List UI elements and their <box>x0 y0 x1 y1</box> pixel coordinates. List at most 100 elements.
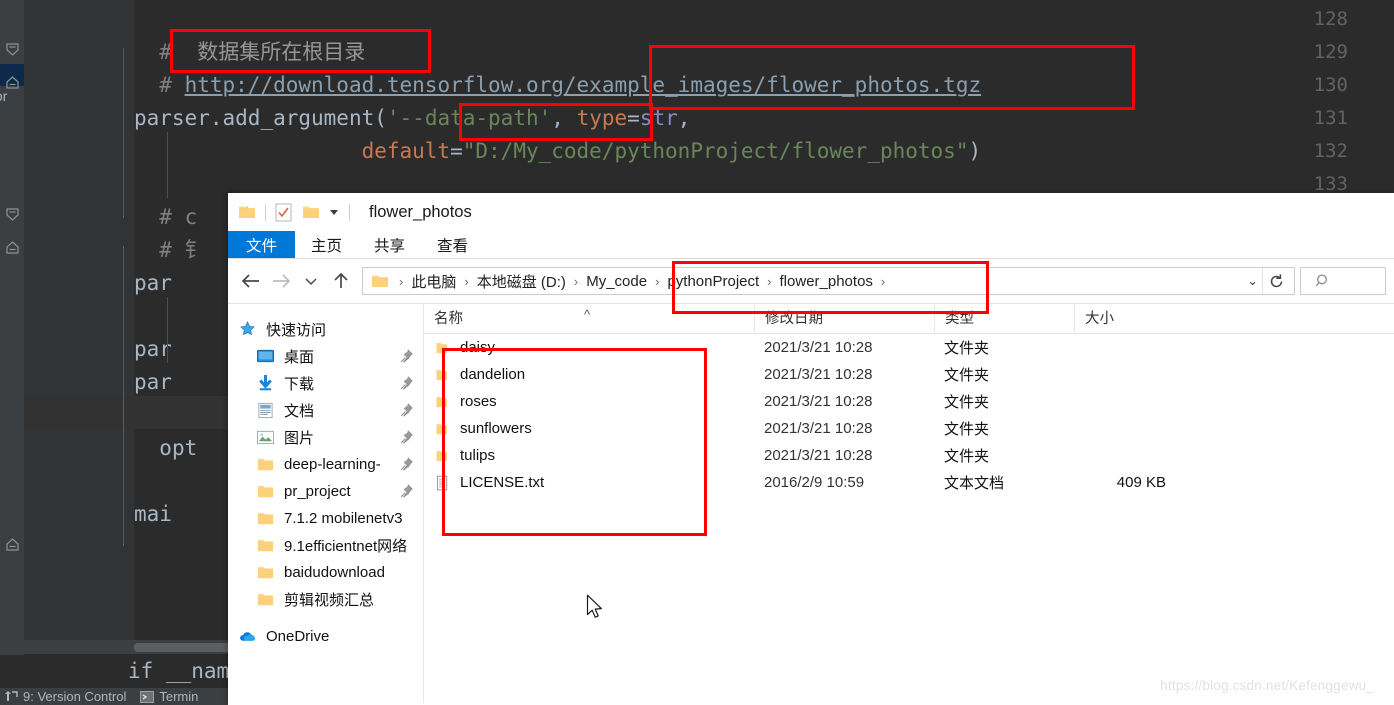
cell-type: 文件夹 <box>944 448 990 465</box>
nav-item-10[interactable]: 剪辑视频汇总 <box>228 586 423 613</box>
cell-name: roses <box>424 393 754 410</box>
pictures-icon <box>257 430 274 445</box>
code-line[interactable]: mai <box>134 498 172 531</box>
code-line[interactable]: parser.add_argument('--data-path', type=… <box>134 102 690 135</box>
search-input[interactable] <box>1300 267 1386 295</box>
address-dropdown-button[interactable]: ⌄ <box>1247 268 1258 294</box>
desktop-icon <box>256 348 276 366</box>
fold-region-line-2 <box>123 246 124 546</box>
breadcrumb-item-4[interactable]: flower_photos <box>778 273 875 290</box>
onedrive-icon <box>240 632 256 641</box>
table-row[interactable]: dandelion 2021/3/21 10:28 文件夹 <box>424 361 1394 388</box>
arrow-up-icon <box>334 272 348 288</box>
nav-item-9[interactable]: baidudownload <box>228 559 423 586</box>
status-version-control[interactable]: 9: Version Control <box>4 689 126 704</box>
code-line[interactable]: default="D:/My_code/pythonProject/flower… <box>134 135 982 168</box>
code-line[interactable]: # http://download.tensorflow.org/example… <box>134 69 981 102</box>
forward-button[interactable] <box>266 266 296 296</box>
folder-icon[interactable] <box>238 204 256 220</box>
fold-marker-region-icon-3[interactable] <box>0 528 24 561</box>
nav-item-2[interactable]: 下载 <box>228 370 423 397</box>
nav-item-7[interactable]: 7.1.2 mobilenetv3 <box>228 505 423 532</box>
documents-icon <box>256 402 276 420</box>
refresh-button[interactable] <box>1262 268 1290 294</box>
nav-item-0[interactable]: 快速访问 <box>228 316 423 343</box>
code-token: = <box>627 106 640 130</box>
pictures-icon <box>256 429 276 447</box>
nav-item-1[interactable]: 桌面 <box>228 343 423 370</box>
table-row[interactable]: daisy 2021/3/21 10:28 文件夹 <box>424 334 1394 361</box>
file-name-label: tulips <box>460 447 496 464</box>
breadcrumb-item-3[interactable]: pythonProject <box>665 273 761 290</box>
folder-icon <box>436 450 447 461</box>
breadcrumb-item-2[interactable]: My_code <box>584 273 649 290</box>
nav-item-label: 快速访问 <box>266 322 327 339</box>
code-line[interactable]: # 数据集所在根目录 <box>134 36 365 69</box>
pin-icon[interactable] <box>400 430 413 444</box>
fold-marker-region-icon-2[interactable] <box>0 231 24 264</box>
ribbon-tab-file[interactable]: 文件 <box>228 231 296 258</box>
fold-marker-region-icon[interactable] <box>0 66 24 99</box>
column-header-date[interactable]: 修改日期 <box>754 304 934 334</box>
table-row[interactable]: LICENSE.txt 2016/2/9 10:59 文本文档 409 KB <box>424 469 1394 496</box>
arrow-right-icon <box>273 274 291 288</box>
search-icon <box>1315 274 1327 287</box>
fold-region-line <box>123 48 124 218</box>
up-button[interactable] <box>326 266 356 296</box>
ribbon-tab-view[interactable]: 查看 <box>421 231 484 258</box>
nav-item-6[interactable]: pr_project <box>228 478 423 505</box>
desktop-icon <box>257 349 274 363</box>
ide-project-pane[interactable]: ytor s <box>0 0 24 688</box>
nav-item-4[interactable]: 图片 <box>228 424 423 451</box>
ribbon-tab-share[interactable]: 共享 <box>358 231 421 258</box>
table-row[interactable]: sunflowers 2021/3/21 10:28 文件夹 <box>424 415 1394 442</box>
properties-checkbox-icon[interactable] <box>275 203 292 222</box>
nav-item-3[interactable]: 文档 <box>228 397 423 424</box>
code-token: parser <box>134 106 210 130</box>
address-breadcrumb-box[interactable]: › 此电脑 › 本地磁盘 (D:) › My_code › pythonProj… <box>362 267 1295 295</box>
new-folder-icon[interactable] <box>302 204 320 220</box>
column-header-type[interactable]: 类型 <box>934 304 1074 334</box>
indent-guide <box>167 132 168 198</box>
column-header-size[interactable]: 大小 <box>1074 304 1174 334</box>
chevron-down-icon[interactable] <box>328 206 340 218</box>
table-row[interactable]: roses 2021/3/21 10:28 文件夹 <box>424 388 1394 415</box>
back-button[interactable] <box>236 266 266 296</box>
star-pin-icon <box>240 321 255 336</box>
pin-icon[interactable] <box>400 376 413 390</box>
code-line[interactable]: opt <box>134 432 197 465</box>
column-header-name[interactable]: 名称 ^ <box>424 304 754 334</box>
pin-icon[interactable] <box>400 457 413 471</box>
navigation-pane[interactable]: 快速访问桌面 下载 文档图片 deep-learning-pr_project 7.1.… <box>228 304 424 703</box>
blog-watermark: https://blog.csdn.net/Kefenggewu_ <box>1160 678 1374 693</box>
fold-marker-collapse-icon[interactable] <box>0 33 24 66</box>
cell-modified-date: 2016/2/9 10:59 <box>764 474 865 491</box>
code-token: default <box>361 139 451 163</box>
pin-icon[interactable] <box>400 349 413 363</box>
titlebar-divider-2 <box>349 203 350 221</box>
nav-item-5[interactable]: deep-learning- <box>228 451 423 478</box>
cell-type: 文件夹 <box>944 367 990 384</box>
editor-fold-gutter[interactable] <box>110 0 134 655</box>
breadcrumb-item-0[interactable]: 此电脑 <box>409 271 458 292</box>
pin-icon[interactable] <box>400 484 413 498</box>
table-row[interactable]: tulips 2021/3/21 10:28 文件夹 <box>424 442 1394 469</box>
code-line[interactable]: # c <box>134 201 197 234</box>
status-terminal[interactable]: Termin <box>140 689 198 704</box>
file-name-label: roses <box>460 393 497 410</box>
code-token: ( <box>374 106 387 130</box>
code-line[interactable]: # 钅 <box>134 234 205 267</box>
breadcrumb-item-1[interactable]: 本地磁盘 (D:) <box>475 271 568 292</box>
recent-locations-button[interactable] <box>296 266 326 296</box>
code-line[interactable]: par <box>134 366 172 399</box>
file-list-column-headers: 名称 ^ 修改日期 类型 大小 <box>424 304 1394 334</box>
download-icon <box>256 375 276 393</box>
code-line[interactable]: par <box>134 267 172 300</box>
nav-item-8[interactable]: 9.1efficientnet网络 <box>228 532 423 559</box>
file-list-pane[interactable]: 名称 ^ 修改日期 类型 大小 daisy 2021/3/21 10:28 文件夹 d… <box>424 304 1394 703</box>
nav-item-label: 图片 <box>284 430 315 447</box>
ribbon-tab-home[interactable]: 主页 <box>295 231 358 258</box>
pin-icon[interactable] <box>400 403 413 417</box>
fold-marker-collapse-icon-2[interactable] <box>0 198 24 231</box>
nav-item-11[interactable]: OneDrive <box>228 623 423 650</box>
